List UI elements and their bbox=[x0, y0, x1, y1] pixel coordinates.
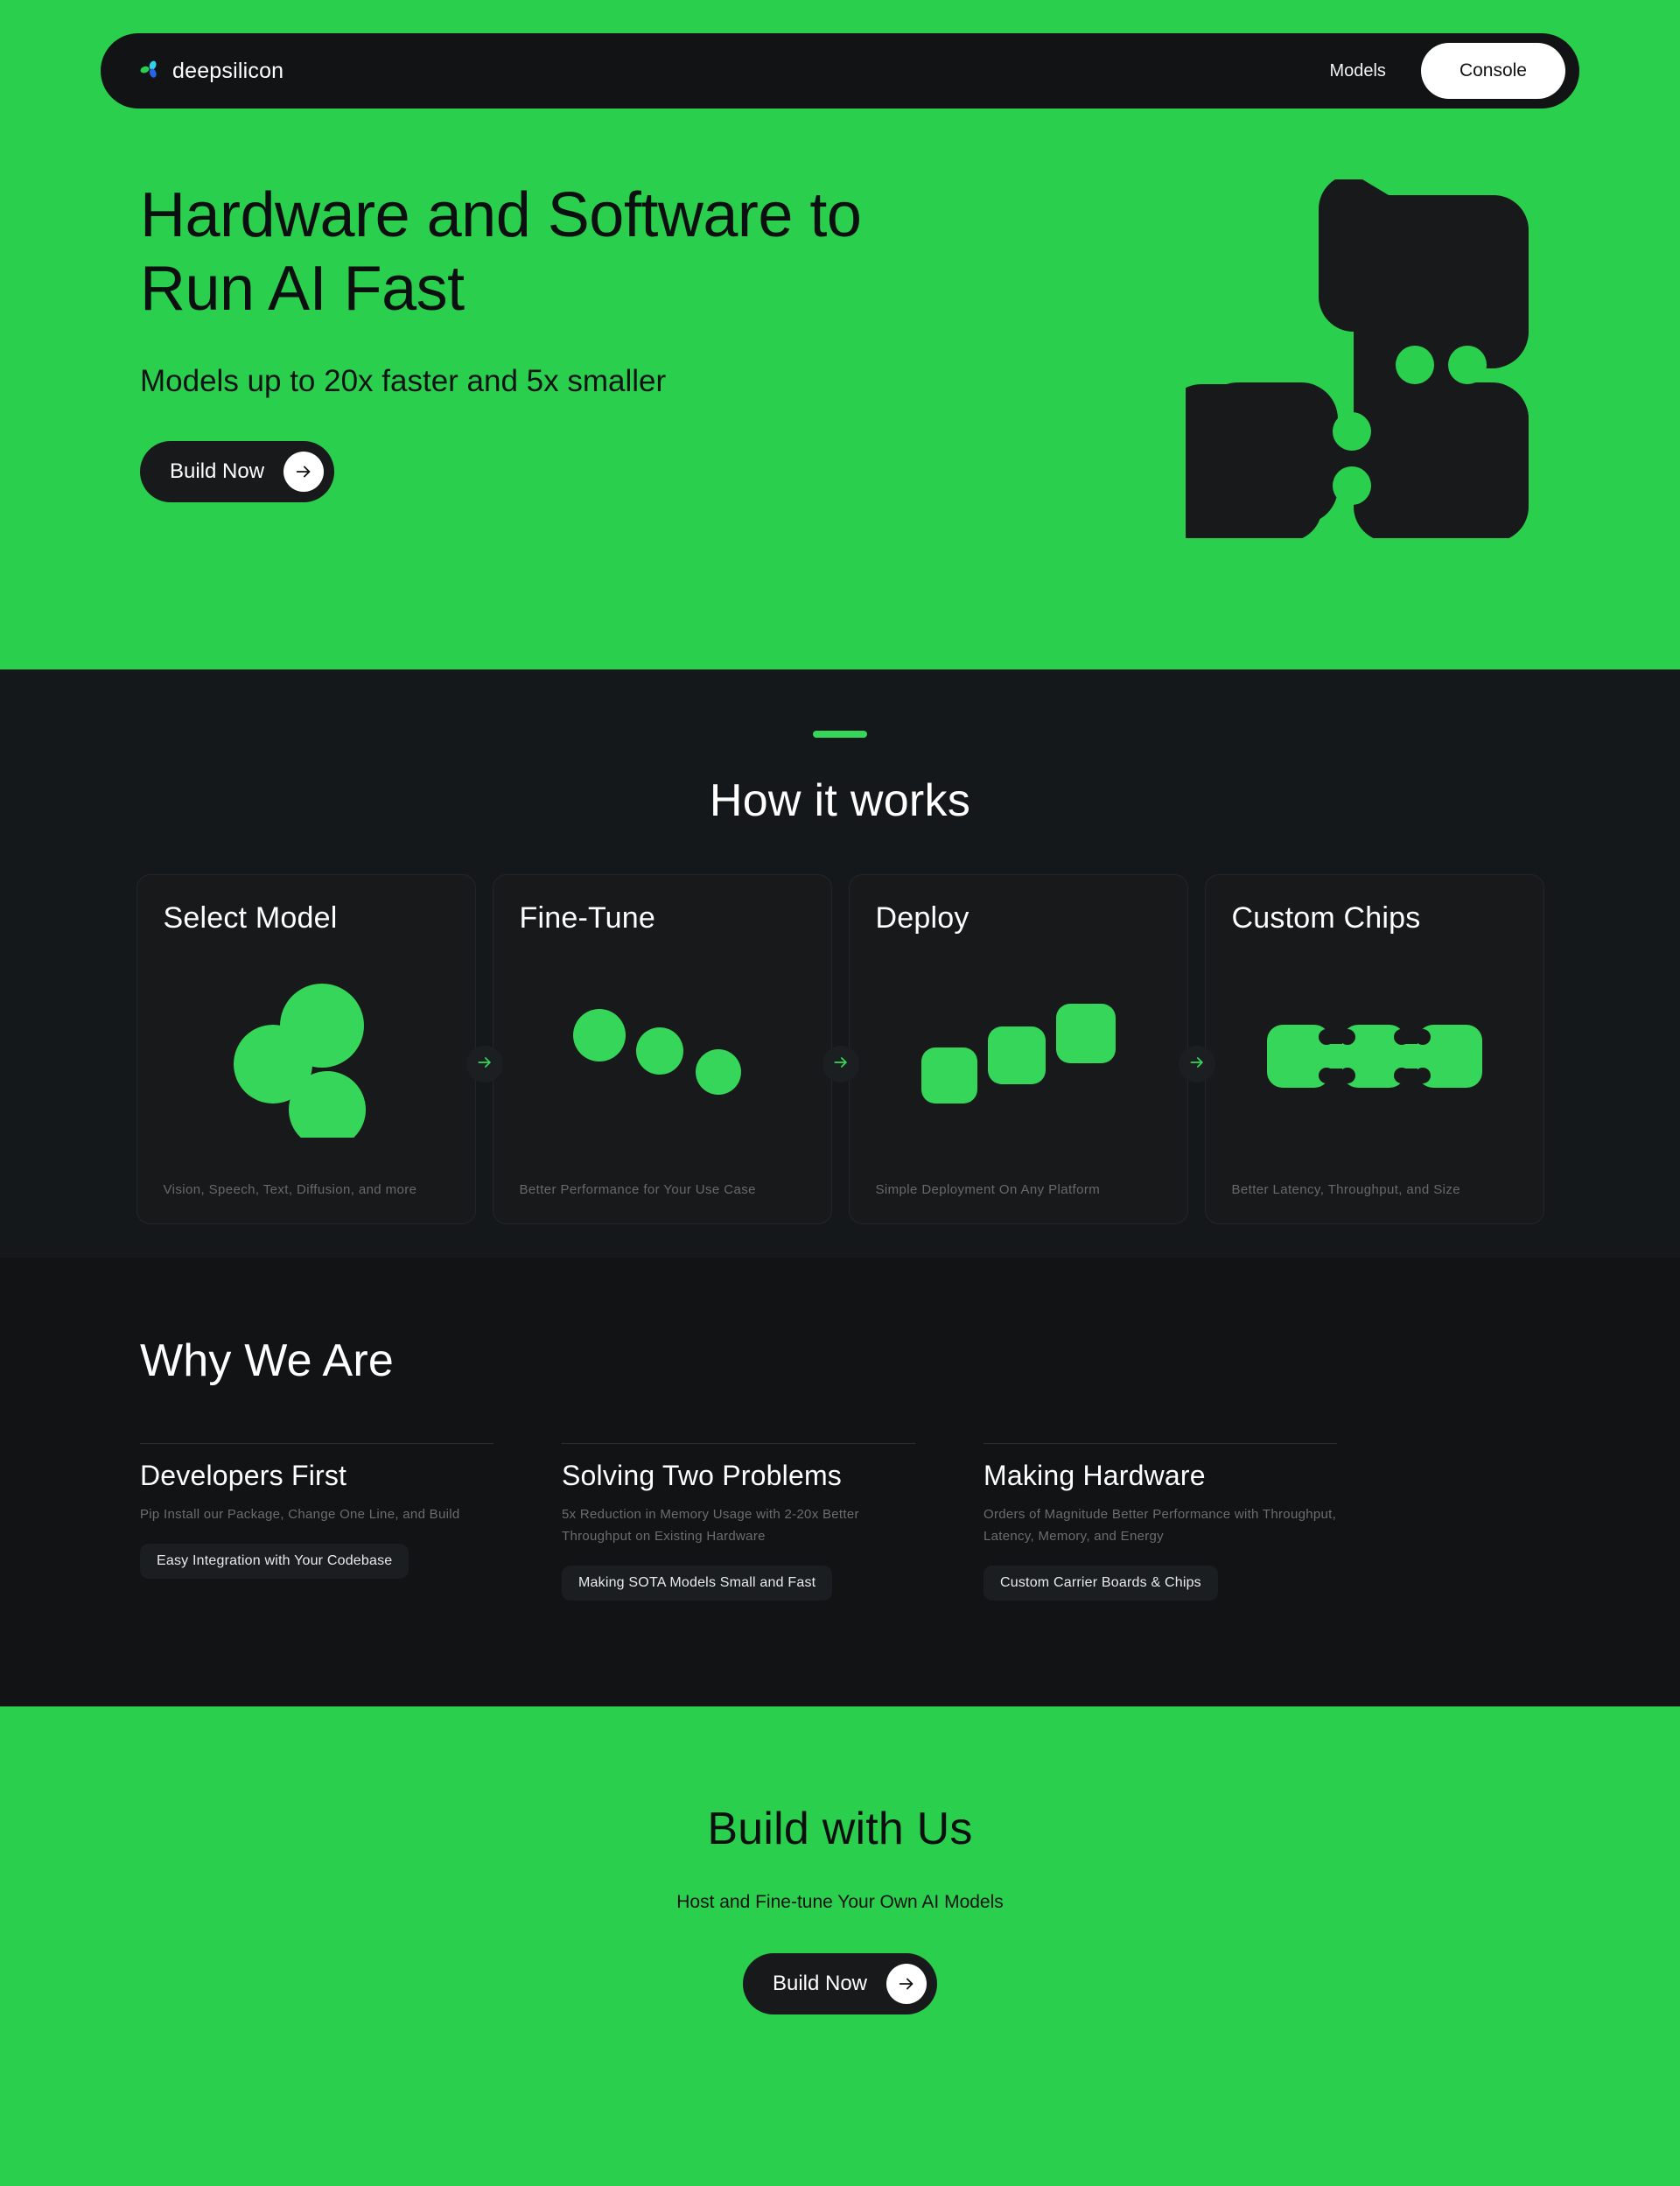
how-card-custom-chips[interactable]: Custom Chips Better Latency, Throughput,… bbox=[1204, 874, 1544, 1224]
hero-title-line-2: Run AI Fast bbox=[140, 253, 465, 324]
why-column-making-hardware: Making Hardware Orders of Magnitude Bett… bbox=[984, 1443, 1337, 1601]
how-card-select-model[interactable]: Select Model Vision, Speech, Text, Diffu… bbox=[136, 874, 476, 1224]
why-column-description: Pip Install our Package, Change One Line… bbox=[140, 1507, 460, 1522]
propeller-logo-icon bbox=[139, 59, 160, 84]
brand-name: deepsilicon bbox=[172, 58, 284, 83]
build-now-button[interactable]: Build Now bbox=[742, 1953, 938, 2014]
why-column-description: 5x Reduction in Memory Usage with 2-20x … bbox=[562, 1507, 859, 1544]
arrow-right-icon bbox=[886, 1964, 928, 2004]
descending-circles-icon bbox=[520, 935, 805, 1182]
build-with-us-subtitle: Host and Fine-tune Your Own AI Models bbox=[676, 1892, 1004, 1912]
how-card-subtitle: Better Performance for Your Use Case bbox=[519, 1182, 756, 1197]
how-it-works-cards: Select Model Vision, Speech, Text, Diffu… bbox=[0, 874, 1680, 1224]
brand-logo[interactable]: deepsilicon bbox=[139, 59, 284, 84]
build-now-label: Build Now bbox=[772, 1972, 868, 1995]
chip-blocks-icon bbox=[1166, 174, 1544, 542]
why-column-description: Orders of Magnitude Better Performance w… bbox=[984, 1507, 1337, 1544]
how-card-title: Select Model bbox=[163, 901, 338, 935]
why-column-developers-first: Developers First Pip Install our Package… bbox=[140, 1443, 494, 1601]
how-card-title: Deploy bbox=[875, 901, 970, 935]
arrow-right-icon bbox=[1188, 1054, 1206, 1075]
hero-title-line-1: Hardware and Software to bbox=[140, 180, 862, 250]
how-card-fine-tune[interactable]: Fine-Tune Better Performance for Your Us… bbox=[492, 874, 832, 1224]
card-connector-arrow-1 bbox=[466, 1046, 503, 1082]
nav-link-models[interactable]: Models bbox=[1329, 61, 1385, 81]
how-card-title: Fine-Tune bbox=[519, 901, 655, 935]
hero-build-now-button[interactable]: Build Now bbox=[140, 441, 335, 503]
linked-chips-icon bbox=[1232, 935, 1517, 1182]
landing-page: deepsilicon Models Console Hardware and … bbox=[0, 0, 1680, 2186]
arrow-right-icon bbox=[832, 1054, 850, 1075]
why-column-title: Solving Two Problems bbox=[562, 1460, 842, 1491]
build-with-us-title: Build with Us bbox=[707, 1804, 973, 1854]
console-button[interactable]: Console bbox=[1420, 43, 1565, 99]
three-circles-icon bbox=[164, 935, 449, 1182]
hero-subtitle: Models up to 20x faster and 5x smaller bbox=[140, 364, 667, 399]
ascending-squares-icon bbox=[876, 935, 1161, 1182]
why-we-are-title: Why We Are bbox=[140, 1335, 395, 1386]
arrow-right-icon bbox=[284, 452, 325, 493]
section-accent-dash bbox=[813, 731, 867, 738]
nav-right-group: Models Console bbox=[1329, 43, 1565, 99]
why-column-tag: Easy Integration with Your Codebase bbox=[140, 1543, 410, 1579]
hero-section: deepsilicon Models Console Hardware and … bbox=[0, 0, 1680, 669]
why-column-tag: Making SOTA Models Small and Fast bbox=[562, 1565, 833, 1601]
build-with-us-section: Build with Us Host and Fine-tune Your Ow… bbox=[0, 1706, 1680, 2186]
hero-build-now-label: Build Now bbox=[170, 459, 265, 484]
why-column-title: Making Hardware bbox=[984, 1460, 1206, 1491]
hero-title: Hardware and Software to Run AI Fast bbox=[140, 179, 1085, 326]
card-connector-arrow-3 bbox=[1179, 1046, 1215, 1082]
how-it-works-section: How it works Select Model Vision, Speech… bbox=[0, 669, 1680, 1258]
why-column-solving-two-problems: Solving Two Problems 5x Reduction in Mem… bbox=[562, 1443, 915, 1601]
hero-copy: Hardware and Software to Run AI Fast Mod… bbox=[140, 179, 1085, 503]
arrow-right-icon bbox=[476, 1054, 494, 1075]
how-card-title: Custom Chips bbox=[1231, 901, 1421, 935]
top-navbar: deepsilicon Models Console bbox=[101, 33, 1579, 109]
why-we-are-columns: Developers First Pip Install our Package… bbox=[140, 1443, 1540, 1601]
why-we-are-section: Why We Are Developers First Pip Install … bbox=[0, 1258, 1680, 1706]
how-card-deploy[interactable]: Deploy Simple Deployment On Any Platform bbox=[848, 874, 1188, 1224]
why-column-tag: Custom Carrier Boards & Chips bbox=[984, 1565, 1218, 1601]
how-card-subtitle: Vision, Speech, Text, Diffusion, and mor… bbox=[163, 1182, 417, 1197]
how-it-works-title: How it works bbox=[709, 775, 971, 826]
why-column-title: Developers First bbox=[140, 1460, 347, 1491]
how-card-subtitle: Better Latency, Throughput, and Size bbox=[1231, 1182, 1461, 1197]
card-connector-arrow-2 bbox=[822, 1046, 859, 1082]
how-card-subtitle: Simple Deployment On Any Platform bbox=[875, 1182, 1101, 1197]
